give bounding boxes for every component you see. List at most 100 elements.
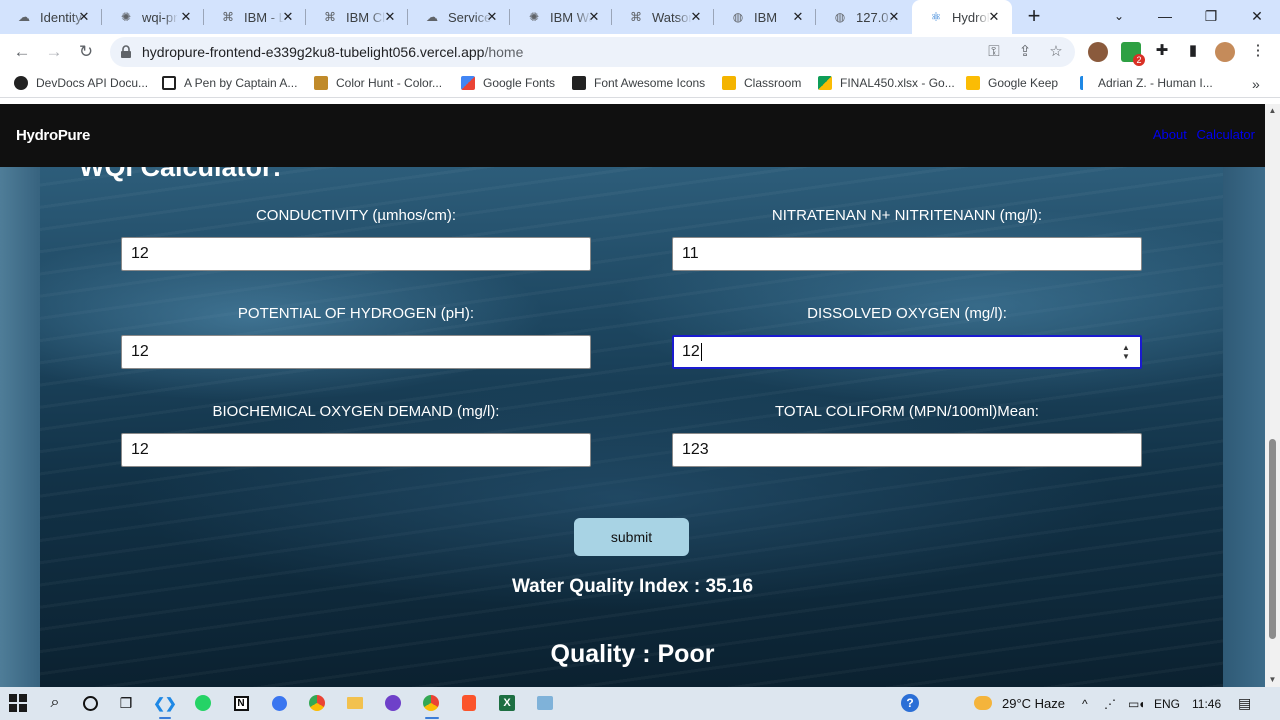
restore-button[interactable]: ❐ <box>1188 0 1234 34</box>
bookmark-item[interactable]: FINAL450.xlsx - Go... <box>818 76 955 90</box>
snipping-tool-icon[interactable] <box>535 693 555 713</box>
scroll-up-icon[interactable]: ▲ <box>1265 104 1280 118</box>
close-tab-icon[interactable]: ✕ <box>178 9 194 25</box>
app-running-indicator <box>159 717 171 719</box>
bookmark-item[interactable]: A Pen by Captain A... <box>162 76 297 90</box>
close-tab-icon[interactable]: ✕ <box>382 9 398 25</box>
scroll-thumb[interactable] <box>1269 439 1276 639</box>
file-explorer-icon[interactable] <box>345 693 365 713</box>
network-wifi-icon[interactable]: ⋰ <box>1104 697 1116 711</box>
windows-start-icon[interactable] <box>8 693 28 713</box>
notion-icon[interactable]: N <box>231 693 251 713</box>
ph-input[interactable]: 12 <box>121 335 591 369</box>
browser-tab[interactable]: ☁ Service ✕ <box>408 0 510 34</box>
nav-about-link[interactable]: About <box>1153 127 1187 142</box>
browser-tab[interactable]: ⌘ Watson ✕ <box>612 0 714 34</box>
browser-tab[interactable]: ☁ Identity ✕ <box>0 0 102 34</box>
chrome-active-icon[interactable] <box>421 693 441 713</box>
close-tab-icon[interactable]: ✕ <box>484 9 500 25</box>
bookmark-item[interactable]: Adrian Z. - Human I... <box>1080 76 1213 90</box>
task-view-icon[interactable]: ❐ <box>116 693 136 713</box>
bookmark-label: DevDocs API Docu... <box>36 76 149 90</box>
new-tab-button[interactable]: + <box>1022 5 1046 29</box>
close-tab-icon[interactable]: ✕ <box>790 9 806 25</box>
notifications-icon[interactable]: ▤ <box>1238 695 1251 712</box>
bookmark-item[interactable]: Font Awesome Icons <box>572 76 705 90</box>
extension-badge-icon[interactable]: 2 <box>1121 42 1145 66</box>
browser-tab[interactable]: ✺ wqi-project ✕ <box>102 0 204 34</box>
extensions-puzzle-icon[interactable]: ✚ <box>1153 42 1171 60</box>
background-edge-right <box>1223 167 1265 687</box>
page-scrollbar[interactable]: ▲ ▼ <box>1265 104 1280 687</box>
nitrate-input[interactable]: 11 <box>672 237 1142 271</box>
close-tab-icon[interactable]: ✕ <box>886 9 902 25</box>
dissolved-oxygen-input[interactable]: 12 ▲ ▼ <box>672 335 1142 369</box>
share-icon[interactable]: ⇪ <box>1016 43 1034 61</box>
close-tab-icon[interactable]: ✕ <box>688 9 704 25</box>
volume-icon[interactable]: ◖ <box>1138 697 1145 711</box>
github-icon[interactable] <box>383 693 403 713</box>
classroom-icon <box>722 76 736 90</box>
bookmark-label: Google Fonts <box>483 76 556 90</box>
reload-button[interactable]: ↻ <box>73 39 99 65</box>
weather-haze-icon[interactable] <box>972 693 994 713</box>
profile-avatar[interactable] <box>1215 42 1235 62</box>
total-coliform-input[interactable]: 123 <box>672 433 1142 467</box>
close-window-button[interactable]: ✕ <box>1234 0 1280 34</box>
browser-tab[interactable]: ⌘ IBM - Lab ✕ <box>204 0 306 34</box>
excel-icon[interactable]: X <box>497 693 517 713</box>
back-button[interactable]: ← <box>9 39 35 65</box>
cortana-icon[interactable] <box>80 693 100 713</box>
more-bookmarks-chevron-icon[interactable]: » <box>1252 76 1260 92</box>
address-bar[interactable]: hydropure-frontend-e339g2ku8-tubelight05… <box>110 37 1075 67</box>
bookmark-item[interactable]: Classroom <box>722 76 801 90</box>
background-edge-left <box>0 167 40 687</box>
scroll-down-icon[interactable]: ▼ <box>1265 673 1280 687</box>
bookmark-item[interactable]: Color Hunt - Color... <box>314 76 442 90</box>
browser-tab[interactable]: ◍ 127.0.0.1 ✕ <box>816 0 912 34</box>
minimize-button[interactable]: — <box>1142 0 1188 34</box>
font-awesome-icon <box>572 76 586 90</box>
weather-text[interactable]: 29°C Haze <box>1002 696 1065 711</box>
cookie-extension-icon[interactable] <box>1088 42 1108 62</box>
number-spinner[interactable]: ▲ ▼ <box>1120 343 1132 363</box>
bookmark-label: Adrian Z. - Human I... <box>1098 76 1213 90</box>
vscode-icon[interactable]: ❮❯ <box>153 693 176 713</box>
close-tab-icon[interactable]: ✕ <box>76 9 92 25</box>
search-icon[interactable]: ⌕ <box>45 693 65 713</box>
conductivity-input[interactable]: 12 <box>121 237 591 271</box>
brave-icon[interactable] <box>459 693 479 713</box>
whatsapp-icon[interactable] <box>193 693 213 713</box>
bookmark-item[interactable]: Google Keep <box>966 76 1058 90</box>
forward-button[interactable]: → <box>41 39 67 65</box>
spinner-up-icon[interactable]: ▲ <box>1120 343 1132 352</box>
browser-tab[interactable]: ◍ IBM ✕ <box>714 0 816 34</box>
spinner-down-icon[interactable]: ▼ <box>1120 352 1132 361</box>
lock-icon <box>121 45 131 58</box>
nav-calculator-link[interactable]: Calculator <box>1196 127 1255 142</box>
language-indicator[interactable]: ENG <box>1154 697 1180 711</box>
menu-kebab-icon[interactable]: ⋮ <box>1249 42 1267 60</box>
side-panel-icon[interactable]: ▮ <box>1184 42 1202 60</box>
chrome-icon[interactable] <box>307 693 327 713</box>
bookmark-item[interactable]: DevDocs API Docu... <box>14 76 148 90</box>
tray-chevron-icon[interactable]: ^ <box>1082 697 1088 711</box>
browser-tab-active[interactable]: ⚛ HydroPure ✕ <box>912 0 1012 34</box>
key-icon[interactable]: ⚿ <box>985 43 1003 61</box>
browser-tab[interactable]: ✺ IBM Watson ✕ <box>510 0 612 34</box>
help-icon[interactable]: ? <box>900 693 920 713</box>
bookmark-item[interactable]: Google Fonts <box>461 76 555 90</box>
clock[interactable]: 11:46 <box>1192 697 1221 711</box>
brand-logo[interactable]: HydroPure <box>16 127 90 144</box>
bod-input[interactable]: 12 <box>121 433 591 467</box>
page-viewport: WQI Calculator: HydroPure About Calculat… <box>0 104 1265 687</box>
signal-icon[interactable] <box>269 693 289 713</box>
tab-search-icon[interactable]: ⌄ <box>1096 0 1142 34</box>
close-tab-icon[interactable]: ✕ <box>280 9 296 25</box>
colorhunt-icon <box>314 76 328 90</box>
close-tab-icon[interactable]: ✕ <box>586 9 602 25</box>
submit-button[interactable]: submit <box>574 518 689 556</box>
bookmark-star-icon[interactable]: ☆ <box>1047 43 1065 61</box>
close-tab-icon[interactable]: ✕ <box>986 9 1002 25</box>
browser-tab[interactable]: ⌘ IBM Cloud ✕ <box>306 0 408 34</box>
